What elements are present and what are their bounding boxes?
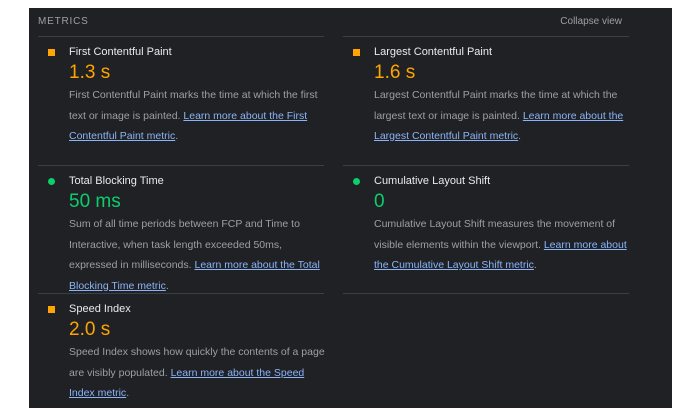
average-square-icon [48, 305, 55, 313]
divider [38, 293, 324, 294]
metric-description: Cumulative Layout Shift measures the mov… [374, 214, 632, 276]
divider [38, 36, 324, 37]
description-end: . [175, 130, 179, 142]
description-end: . [126, 387, 130, 399]
metrics-panel: METRICS Collapse view First Contentful P… [29, 8, 672, 408]
metric-description: First Contentful Paint marks the time at… [69, 85, 327, 147]
average-square-icon [48, 48, 55, 56]
metric-title: Cumulative Layout Shift [374, 175, 491, 187]
metric-value: 50 ms [69, 191, 121, 212]
divider [343, 165, 629, 166]
metric-title: Total Blocking Time [69, 175, 164, 187]
metric-title: Largest Contentful Paint [374, 46, 493, 58]
collapse-view-toggle[interactable]: Collapse view [560, 16, 622, 27]
metric-description: Speed Index shows how quickly the conten… [69, 342, 327, 404]
metric-title: Speed Index [69, 303, 131, 315]
metric-total-blocking-time: Total Blocking Time 50 ms Sum of all tim… [46, 174, 320, 296]
section-title: METRICS [38, 16, 89, 27]
divider [343, 293, 629, 294]
metric-cumulative-layout-shift: Cumulative Layout Shift 0 Cumulative Lay… [351, 174, 627, 276]
metric-description: Largest Contentful Paint marks the time … [374, 85, 632, 147]
metric-description: Sum of all time periods between FCP and … [69, 214, 327, 296]
metric-value: 1.3 s [69, 62, 111, 83]
description-end: . [518, 130, 522, 142]
pass-circle-icon [48, 177, 55, 185]
metrics-header: METRICS Collapse view [29, 8, 672, 36]
metric-value: 0 [374, 191, 385, 212]
metric-value: 2.0 s [69, 319, 111, 340]
metric-speed-index: Speed Index 2.0 s Speed Index shows how … [46, 302, 325, 404]
description-end: . [533, 259, 537, 271]
average-square-icon [353, 48, 360, 56]
divider [38, 165, 324, 166]
divider [343, 36, 629, 37]
metric-title: First Contentful Paint [69, 46, 172, 58]
pass-circle-icon [353, 177, 360, 185]
metric-largest-contentful-paint: Largest Contentful Paint 1.6 s Largest C… [351, 45, 623, 147]
metric-value: 1.6 s [374, 62, 416, 83]
description-end: . [165, 279, 169, 292]
metric-first-contentful-paint: First Contentful Paint 1.3 s First Conte… [46, 45, 318, 147]
